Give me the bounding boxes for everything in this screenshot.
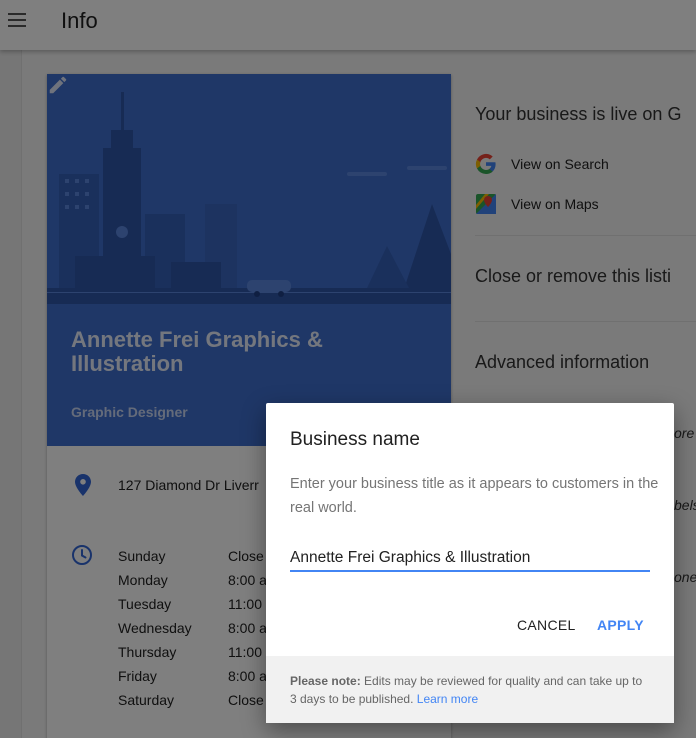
cancel-button[interactable]: CANCEL <box>517 617 576 633</box>
apply-button[interactable]: APPLY <box>597 617 644 633</box>
business-name-dialog: Business name Enter your business title … <box>266 403 674 723</box>
note-label: Please note: <box>290 674 361 688</box>
review-note: Please note: Edits may be reviewed for q… <box>266 656 674 723</box>
dialog-title: Business name <box>290 429 420 450</box>
learn-more-link[interactable]: Learn more <box>417 692 478 706</box>
dialog-description: Enter your business title as it appears … <box>290 476 659 516</box>
business-name-input[interactable] <box>290 546 650 572</box>
